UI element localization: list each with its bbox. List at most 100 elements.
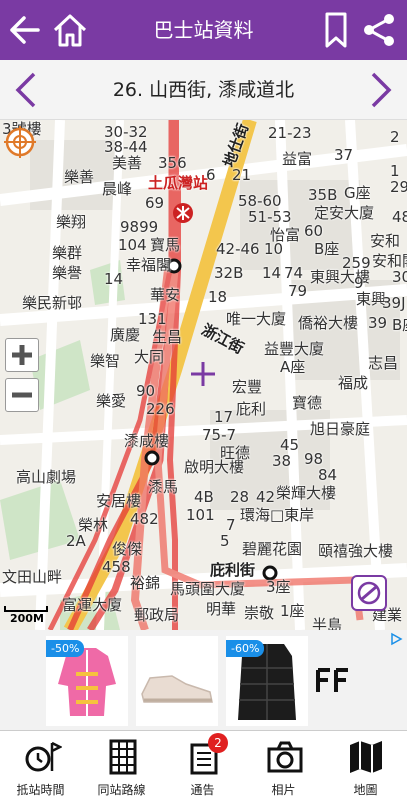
map-label: 32B [214, 264, 244, 282]
ad-product[interactable] [136, 636, 218, 726]
clock-flag-icon [25, 741, 62, 772]
ad-choices-icon[interactable] [389, 632, 403, 646]
bookmark-icon[interactable] [322, 10, 350, 50]
scale-label: 200M [10, 612, 44, 625]
map-label: 458 [102, 558, 131, 576]
map-label: 潻咸樓 [124, 432, 170, 450]
map-label: 9 [354, 274, 364, 292]
map-label: 1 [390, 162, 400, 180]
map-label: 俊傑 [112, 540, 143, 558]
stop-name: 26. 山西街, 潻咸道北 [112, 79, 295, 101]
tab-arrival-time[interactable]: 抵站時間 [0, 731, 81, 801]
map-label: 榮輝大樓 [276, 484, 337, 502]
chevron-right-icon[interactable] [365, 70, 397, 110]
map-label: 60 [304, 222, 324, 240]
map-label: 30 [392, 268, 407, 286]
map-label: 益富 [282, 150, 313, 168]
ad-product[interactable]: -60% [226, 636, 308, 726]
route-toggle-icon [357, 581, 381, 605]
map-label: 35B [308, 186, 338, 204]
ad-banner[interactable]: -50% -60% [0, 630, 407, 730]
ad-product[interactable]: -50% [46, 636, 128, 726]
minus-icon [12, 392, 32, 398]
map-label: 5 [220, 532, 230, 550]
map-label: 碧麗花園 [242, 540, 303, 558]
tab-photos[interactable]: 相片 [243, 731, 324, 801]
map-label: 裕錦 [130, 574, 161, 592]
bus-route-toggle[interactable] [351, 575, 387, 611]
map-label: 42 [256, 488, 276, 506]
app-header: 巴士站資料 [0, 0, 407, 60]
locate-icon[interactable] [4, 126, 36, 158]
notification-badge: 2 [208, 733, 228, 753]
tab-label: 相片 [271, 783, 296, 797]
chevron-left-icon[interactable] [10, 70, 42, 110]
tab-same-stop-routes[interactable]: 同站路線 [81, 731, 162, 801]
map-label: 華安 [150, 286, 181, 304]
zoom-out-button[interactable] [5, 378, 39, 412]
map-label: 21-23 [268, 124, 312, 142]
discount-badge: -60% [226, 640, 265, 657]
map-label: 僑裕大樓 [298, 314, 359, 332]
map-label: 6 [206, 166, 216, 184]
map-label: 14 [104, 270, 124, 288]
map-label: 樂善 [64, 168, 95, 186]
map-label: 226 [146, 400, 175, 418]
map-label: 崇敬 [244, 604, 275, 622]
bottom-tab-bar: 抵站時間 同站路線 2 通告 相片 地圖 [0, 730, 407, 801]
map-label: 潻馬 [148, 478, 179, 496]
map-label: 樂民新邨 [22, 294, 83, 312]
map-label: 怡富 [270, 226, 301, 244]
map-scale: 200M [4, 598, 48, 625]
map-label: 頤禧強大樓 [318, 542, 394, 560]
map-label: 大同 [134, 348, 165, 366]
map-label: 51-53 [248, 208, 292, 226]
share-icon[interactable] [362, 13, 396, 47]
map-label: 3座 [266, 578, 291, 596]
map-label: A座 [280, 358, 306, 376]
map-label: 安居樓 [96, 492, 142, 510]
map-label: 旺德 [220, 444, 251, 462]
map-label: 旭日豪庭 [310, 420, 371, 438]
map-label: 48 [392, 208, 407, 226]
crosshair-icon [191, 362, 215, 386]
map-label: 69 [145, 194, 165, 212]
map-label: 安和閣 [372, 252, 407, 270]
map-label: 79 [288, 282, 308, 300]
map-label: 18 [208, 288, 228, 306]
map-label: 福成 [338, 374, 369, 392]
map-label: B座 [314, 240, 340, 258]
tab-label: 地圖 [353, 783, 378, 797]
map-label: 庇利 [236, 400, 267, 418]
tab-map[interactable]: 地圖 [324, 731, 407, 801]
street-label: 庇利街 [210, 561, 256, 579]
map-label: 4B [194, 488, 214, 506]
map-label: 志昌 [368, 354, 399, 372]
map-label: 356 [158, 154, 187, 172]
map-label: 39 [368, 314, 388, 332]
map-label: 生昌 [152, 328, 183, 346]
map-label: 廣慶 [110, 326, 141, 344]
map-label: 環海□東岸 [240, 506, 315, 524]
route-map[interactable]: 30-32 38-44 美善 356 土瓜灣站 樂善 晨峰 69 樂翔 9899… [0, 120, 407, 630]
map-label: 益豐大廈 [264, 340, 325, 358]
back-arrow-icon[interactable] [6, 10, 44, 50]
page-title: 巴士站資料 [153, 18, 254, 42]
map-label: 啟明大樓 [184, 458, 245, 476]
map-label: 2A [66, 532, 86, 550]
tab-label: 抵站時間 [16, 783, 65, 797]
map-label: 寶馬 [150, 236, 181, 254]
map-label: 2 [390, 128, 400, 146]
map-label: 樂愛 [96, 392, 127, 410]
map-label: 安和 [370, 232, 401, 250]
tab-notices[interactable]: 2 通告 [162, 731, 243, 801]
map-label: 美善 [112, 154, 143, 172]
map-label: 半島 [312, 616, 343, 631]
map-label: 74 [284, 264, 304, 282]
map-label: 38-44 [104, 138, 148, 156]
plus-icon [12, 345, 32, 365]
map-label: 38 [272, 452, 292, 470]
zoom-in-button[interactable] [5, 338, 39, 372]
home-icon[interactable] [50, 10, 90, 50]
map-label: 29 [390, 178, 407, 196]
